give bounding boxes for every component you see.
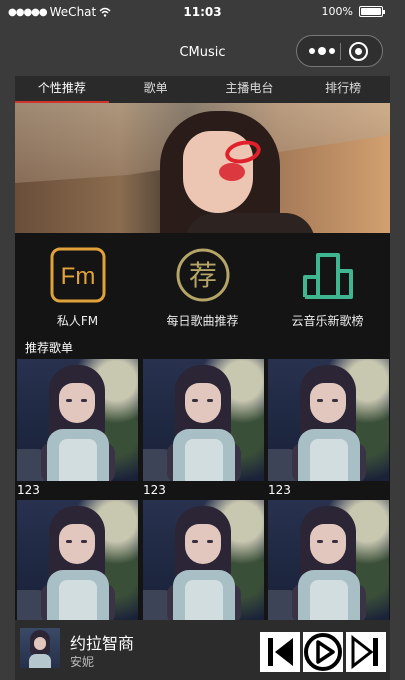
playlist-name: 123	[17, 483, 40, 497]
song-title: 约拉智商	[70, 634, 135, 653]
playlist-cover	[143, 500, 264, 622]
status-bar: ●●●●● WeChat 11:03 100%	[0, 0, 405, 24]
quick-link-daily[interactable]: 荐 每日歌曲推荐	[140, 247, 265, 329]
playlist-cover	[268, 359, 389, 481]
chart-bars-icon	[302, 253, 353, 299]
capsule-divider	[340, 43, 341, 60]
tab-playlists[interactable]: 歌单	[109, 76, 203, 103]
tab-recommend[interactable]: 个性推荐	[15, 76, 109, 103]
play-button[interactable]	[303, 632, 343, 672]
battery-icon	[359, 6, 385, 17]
now-playing-bar[interactable]: 约拉智商 安妮	[15, 620, 390, 680]
playlist-name: 123	[268, 483, 291, 497]
battery-fill	[361, 8, 381, 15]
tab-bar: 个性推荐 歌单 主播电台 排行榜	[15, 76, 390, 103]
now-playing-cover[interactable]	[20, 628, 60, 668]
quick-link-daily-label: 每日歌曲推荐	[166, 314, 239, 328]
next-button[interactable]	[346, 632, 386, 672]
playlist-name: 123	[143, 483, 166, 497]
mini-program-capsule	[296, 35, 383, 67]
more-icon[interactable]	[307, 36, 337, 66]
section-title: 推荐歌单	[25, 341, 74, 355]
quick-links: Fm 私人FM 荐 每日歌曲推荐 云音乐新歌榜	[15, 233, 390, 343]
playlist-cover	[268, 500, 389, 622]
previous-icon	[268, 638, 293, 666]
playlist-cover	[17, 500, 138, 622]
play-icon	[304, 633, 342, 671]
tab-radio[interactable]: 主播电台	[203, 76, 297, 103]
main-content: 个性推荐 歌单 主播电台 排行榜 Fm 私人FM 荐 每日歌曲推荐 云音乐新歌榜…	[15, 76, 390, 680]
close-target-icon[interactable]	[349, 42, 368, 61]
next-icon	[351, 634, 378, 670]
quick-link-fm[interactable]: Fm 私人FM	[15, 247, 140, 329]
quick-link-newsongs-label: 云音乐新歌榜	[291, 314, 364, 328]
quick-link-fm-label: 私人FM	[56, 314, 99, 328]
fm-icon: Fm	[50, 247, 105, 303]
battery-status: 100%	[321, 5, 385, 18]
quick-link-newsongs[interactable]: 云音乐新歌榜	[265, 247, 390, 329]
daily-recommend-icon: 荐	[176, 248, 229, 302]
tab-charts[interactable]: 排行榜	[296, 76, 390, 103]
svg-text:荐: 荐	[188, 259, 216, 292]
nav-bar: CMusic	[0, 24, 405, 76]
battery-percent: 100%	[321, 5, 353, 18]
playlist-cover	[143, 359, 264, 481]
previous-button[interactable]	[260, 632, 300, 672]
svg-text:Fm: Fm	[60, 263, 95, 290]
song-artist: 安妮	[70, 655, 95, 669]
playlist-cover	[17, 359, 138, 481]
banner-image[interactable]	[15, 103, 390, 233]
